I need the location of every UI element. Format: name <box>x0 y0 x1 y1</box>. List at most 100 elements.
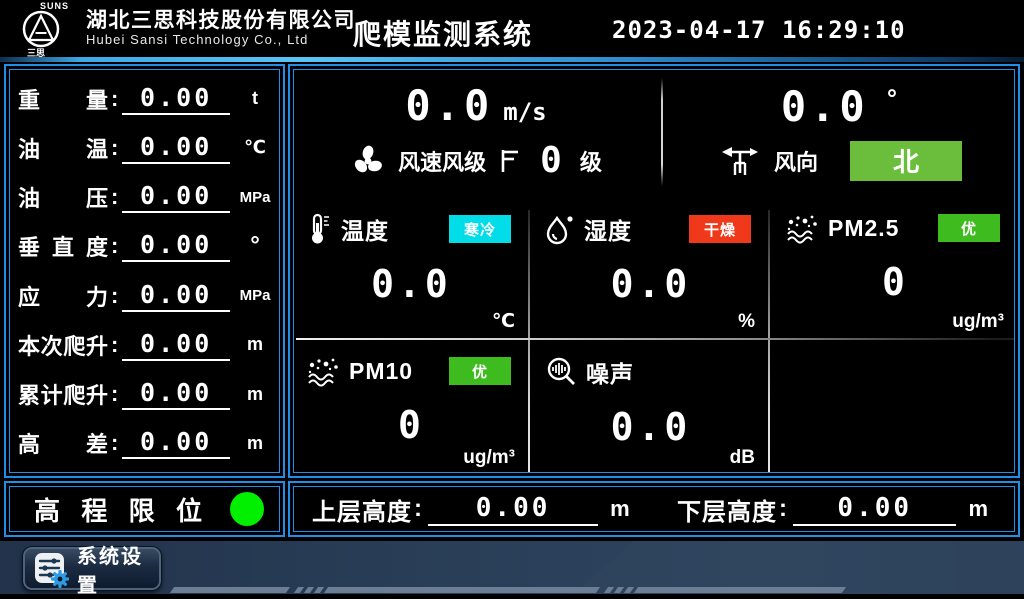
measure-label: 油压 <box>18 181 108 213</box>
elevation-limit-panel: 高程限位 <box>4 481 285 537</box>
particles-icon <box>306 355 340 387</box>
wind-speed-label: 风速风级 <box>398 145 486 177</box>
sensor-grid: 温度 寒冷 0.0 ℃ 湿度 干燥 0.0 % <box>290 196 1018 476</box>
measure-row-stress: 应力: 0.00 MPa <box>18 271 273 320</box>
sansi-logo-icon <box>20 9 62 49</box>
colon: : <box>111 381 118 407</box>
sensor-value: 0.0 <box>306 262 517 306</box>
colon: : <box>111 233 118 259</box>
measure-unit: m <box>237 334 273 355</box>
sensor-unit: ug/m³ <box>952 311 1004 333</box>
wind-direction-label: 风向 <box>774 145 818 177</box>
colon: : <box>111 86 118 112</box>
measure-label: 油温 <box>18 132 108 164</box>
measure-row-weight: 重量: 0.00 t <box>18 74 273 123</box>
elevation-limit-label: 高程限位 <box>34 491 202 528</box>
droplet-icon <box>545 213 575 245</box>
upper-height-group: 上层高度: 0.00 m <box>312 492 630 527</box>
environment-panel: 0.0m/s 风速风级 0 级 <box>288 64 1020 478</box>
wind-level-value: 0 <box>540 140 562 181</box>
status-badge: 优 <box>449 357 511 385</box>
measure-label: 本次爬升 <box>18 329 108 361</box>
wind-vane-icon <box>718 143 762 179</box>
colon: : <box>111 283 118 309</box>
datetime-display: 2023-04-17 16:29:10 <box>612 16 906 44</box>
sensor-unit: dB <box>730 447 755 469</box>
measure-value: 0.00 <box>122 378 230 410</box>
wind-section-divider <box>661 78 663 186</box>
company-logo: SUNS 三思 <box>14 1 82 56</box>
wind-level-unit: 级 <box>580 145 602 177</box>
sensor-cell-pm10: PM10 优 0 ug/m³ <box>290 339 529 475</box>
sensor-name: 噪声 <box>586 355 634 389</box>
measure-value: 0.00 <box>122 427 230 459</box>
upper-height-unit: m <box>610 496 630 522</box>
taskbar-stripe <box>172 587 862 593</box>
wind-direction-unit: ° <box>885 85 899 113</box>
sensor-unit: ℃ <box>492 310 515 333</box>
thermometer-icon <box>306 213 332 245</box>
particles-icon <box>785 212 819 244</box>
measure-label: 累计爬升 <box>18 378 108 410</box>
settings-button-label: 系统设置 <box>77 540 151 598</box>
measure-value: 0.00 <box>122 329 230 361</box>
wind-level-icon <box>498 147 522 175</box>
measure-unit: m <box>237 384 273 405</box>
measure-unit: MPa <box>237 189 273 206</box>
measure-row-oil-pressure: 油压: 0.00 MPa <box>18 173 273 222</box>
lower-height-unit: m <box>968 496 988 522</box>
cell-head: 温度 寒冷 <box>306 212 517 246</box>
sensor-name: 温度 <box>341 212 389 246</box>
status-badge: 优 <box>938 214 1000 242</box>
colon: : <box>111 184 118 210</box>
measurement-panel: 重量: 0.00 t 油温: 0.00 ℃ 油压: 0.00 MPa 垂直度: … <box>4 64 285 478</box>
measure-row-total-climb: 累计爬升: 0.00 m <box>18 370 273 419</box>
company-name-en: Hubei Sansi Technology Co., Ltd <box>86 32 308 47</box>
sensor-cell-pm25: PM2.5 优 0 ug/m³ <box>769 196 1018 339</box>
measure-unit: ° <box>237 232 273 260</box>
noise-icon <box>545 356 577 388</box>
cell-head: PM2.5 优 <box>785 212 1006 244</box>
measure-unit: MPa <box>237 287 273 304</box>
sensor-cell-humidity: 湿度 干燥 0.0 % <box>529 196 769 339</box>
upper-height-value: 0.00 <box>428 493 598 526</box>
grid-divider-horizontal <box>296 338 1014 340</box>
cell-head: 湿度 干燥 <box>545 212 757 246</box>
sensor-value: 0 <box>785 260 1006 304</box>
sensor-name: PM2.5 <box>828 215 899 242</box>
measure-label: 重量 <box>18 83 108 115</box>
lower-height-label: 下层高度 <box>677 492 777 527</box>
measure-value: 0.00 <box>122 181 230 213</box>
lower-height-group: 下层高度: 0.00 m <box>677 492 988 527</box>
measure-label: 垂直度 <box>18 230 108 262</box>
colon: : <box>111 135 118 161</box>
wind-direction-label-row: 风向 北 <box>718 141 962 181</box>
wind-speed-section: 0.0m/s 风速风级 0 级 <box>290 66 662 196</box>
measure-value: 0.00 <box>122 280 230 312</box>
status-badge: 干燥 <box>689 215 751 243</box>
header-divider <box>0 57 1024 62</box>
measure-unit: t <box>237 88 273 109</box>
header: SUNS 三思 湖北三思科技股份有限公司 Hubei Sansi Technol… <box>0 0 1024 57</box>
measure-value: 0.00 <box>122 83 230 115</box>
measure-row-height-diff: 高差: 0.00 m <box>18 419 273 468</box>
wind-speed-display: 0.0m/s <box>405 81 546 130</box>
measure-row-current-climb: 本次爬升: 0.00 m <box>18 320 273 369</box>
measure-value: 0.00 <box>122 132 230 164</box>
measure-label: 应力 <box>18 280 108 312</box>
sensor-name: PM10 <box>349 358 413 385</box>
cell-head: 噪声 <box>545 355 757 389</box>
wind-speed-label-row: 风速风级 0 级 <box>350 140 602 181</box>
page-title: 爬模监测系统 <box>353 13 533 53</box>
fan-icon <box>350 143 386 179</box>
wind-direction-section: 0.0° 风向 北 <box>662 66 1018 196</box>
colon: : <box>111 430 118 456</box>
colon: : <box>111 332 118 358</box>
colon: : <box>779 495 787 523</box>
sensor-cell-temperature: 温度 寒冷 0.0 ℃ <box>290 196 529 339</box>
system-settings-button[interactable]: 系统设置 <box>22 546 162 591</box>
upper-height-label: 上层高度 <box>312 492 412 527</box>
measure-unit: ℃ <box>237 137 273 158</box>
sensor-value: 0 <box>306 403 517 447</box>
sensor-value: 0.0 <box>545 262 757 306</box>
